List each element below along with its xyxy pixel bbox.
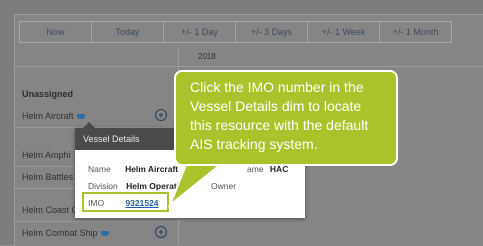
instruction-callout: Click the IMO number in the Vessel Detai… [174, 70, 398, 166]
callout-text: Click the IMO number in the Vessel Detai… [190, 79, 369, 152]
